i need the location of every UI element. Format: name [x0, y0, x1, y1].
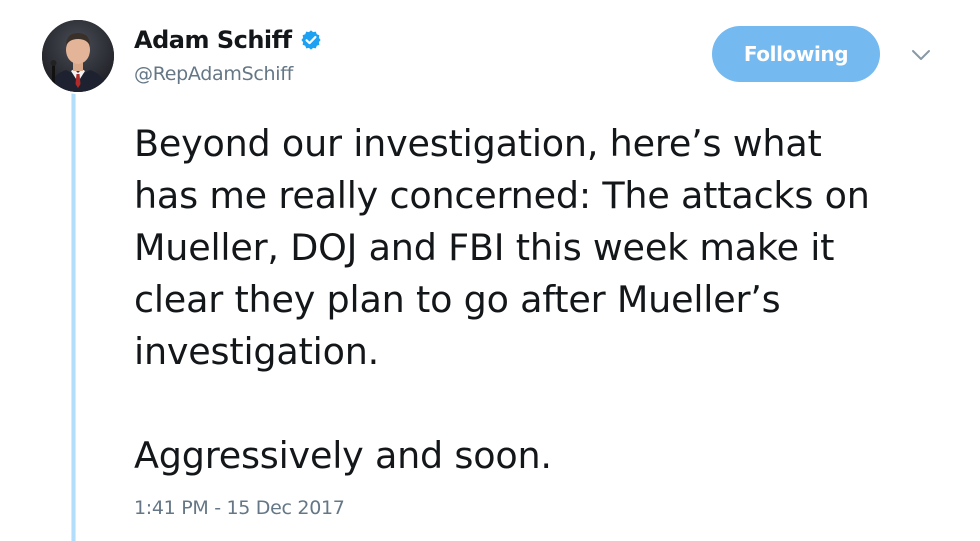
tweet-text-line: investigation.: [134, 330, 380, 373]
author-row[interactable]: Adam Schiff: [134, 26, 322, 54]
tweet-text: Beyond our investigation, here’s what ha…: [134, 118, 974, 482]
tweet-text-line: Beyond our investigation, here’s what: [134, 122, 822, 165]
verified-badge-icon: [300, 29, 322, 51]
tweet-menu-caret[interactable]: [906, 40, 936, 70]
profile-photo-icon: [42, 20, 114, 92]
following-button[interactable]: Following: [712, 26, 880, 82]
tweet-text-line: has me really concerned: The attacks on: [134, 174, 870, 217]
tweet-text-line: clear they plan to go after Mueller’s: [134, 278, 781, 321]
thread-connector-line: [71, 88, 76, 541]
tweet-timestamp[interactable]: 1:41 PM - 15 Dec 2017: [134, 497, 345, 519]
author-handle[interactable]: @RepAdamSchiff: [134, 63, 293, 85]
display-name[interactable]: Adam Schiff: [134, 26, 292, 54]
tweet-text-paragraph-2: Aggressively and soon.: [134, 434, 552, 477]
avatar[interactable]: [40, 18, 116, 94]
tweet-text-line: Mueller, DOJ and FBI this week make it: [134, 226, 835, 269]
chevron-down-icon: [912, 50, 930, 60]
